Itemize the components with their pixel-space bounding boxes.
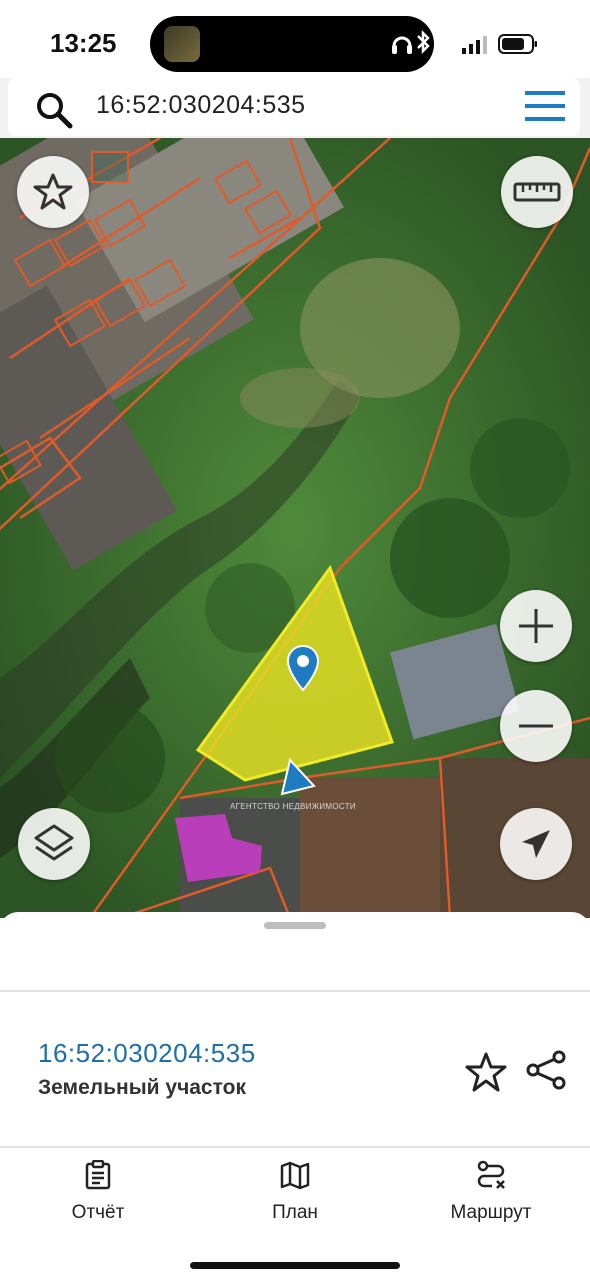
- navigation-arrow-icon: [522, 830, 550, 858]
- star-icon: [33, 173, 73, 210]
- zoom-in-button[interactable]: [500, 590, 572, 662]
- parcel-cadastral-number[interactable]: 16:52:030204:535: [38, 1038, 256, 1069]
- locate-me-button[interactable]: [500, 808, 572, 880]
- search-box[interactable]: 16:52:030204:535: [8, 78, 580, 136]
- zoom-out-button[interactable]: [500, 690, 572, 762]
- star-icon[interactable]: [464, 1050, 508, 1094]
- minus-icon: [519, 724, 553, 728]
- layers-icon: [34, 824, 74, 861]
- bluetooth-headphones-icon: [392, 29, 430, 55]
- search-bar-container: 16:52:030204:535: [0, 78, 590, 140]
- home-indicator[interactable]: [190, 1262, 400, 1269]
- satellite-map-image: [0, 138, 590, 918]
- parcel-info-sheet[interactable]: 16:52:030204:535 Земельный участок: [0, 912, 590, 1152]
- sheet-divider: [0, 990, 590, 992]
- share-icon[interactable]: [524, 1048, 568, 1092]
- status-time: 13:25: [50, 28, 117, 58]
- battery-icon: [498, 34, 537, 54]
- nav-route[interactable]: Маршрут: [426, 1160, 556, 1230]
- nav-route-label: Маршрут: [450, 1202, 532, 1223]
- map-icon: [280, 1161, 310, 1190]
- plus-icon: [519, 609, 553, 643]
- status-bar: 13:25: [0, 0, 590, 78]
- cellular-signal-icon: [462, 36, 487, 54]
- location-pin-icon[interactable]: [286, 644, 320, 692]
- layers-button[interactable]: [18, 808, 90, 880]
- nav-plan-label: План: [272, 1202, 318, 1223]
- menu-icon[interactable]: [523, 88, 567, 124]
- parcel-type: Земельный участок: [38, 1076, 246, 1099]
- sheet-drag-handle[interactable]: [264, 922, 326, 929]
- ruler-button[interactable]: [501, 156, 573, 228]
- nav-report[interactable]: Отчёт: [33, 1160, 163, 1230]
- route-icon: [477, 1160, 505, 1189]
- map-watermark: АГЕНТСТВО НЕДВИЖИМОСТИ: [230, 802, 356, 811]
- user-location-arrow-icon: [280, 757, 316, 796]
- ruler-icon: [513, 182, 561, 202]
- nav-report-label: Отчёт: [71, 1202, 125, 1223]
- clipboard-icon: [85, 1160, 111, 1190]
- search-input[interactable]: 16:52:030204:535: [96, 91, 306, 120]
- search-icon[interactable]: [34, 90, 74, 130]
- favorite-map-button[interactable]: [17, 156, 89, 228]
- bottom-navigation: Отчёт План Маршрут: [0, 1148, 590, 1280]
- nav-plan[interactable]: План: [230, 1160, 360, 1230]
- map-view[interactable]: АГЕНТСТВО НЕДВИЖИМОСТИ: [0, 138, 590, 918]
- now-playing-thumbnail: [164, 26, 200, 62]
